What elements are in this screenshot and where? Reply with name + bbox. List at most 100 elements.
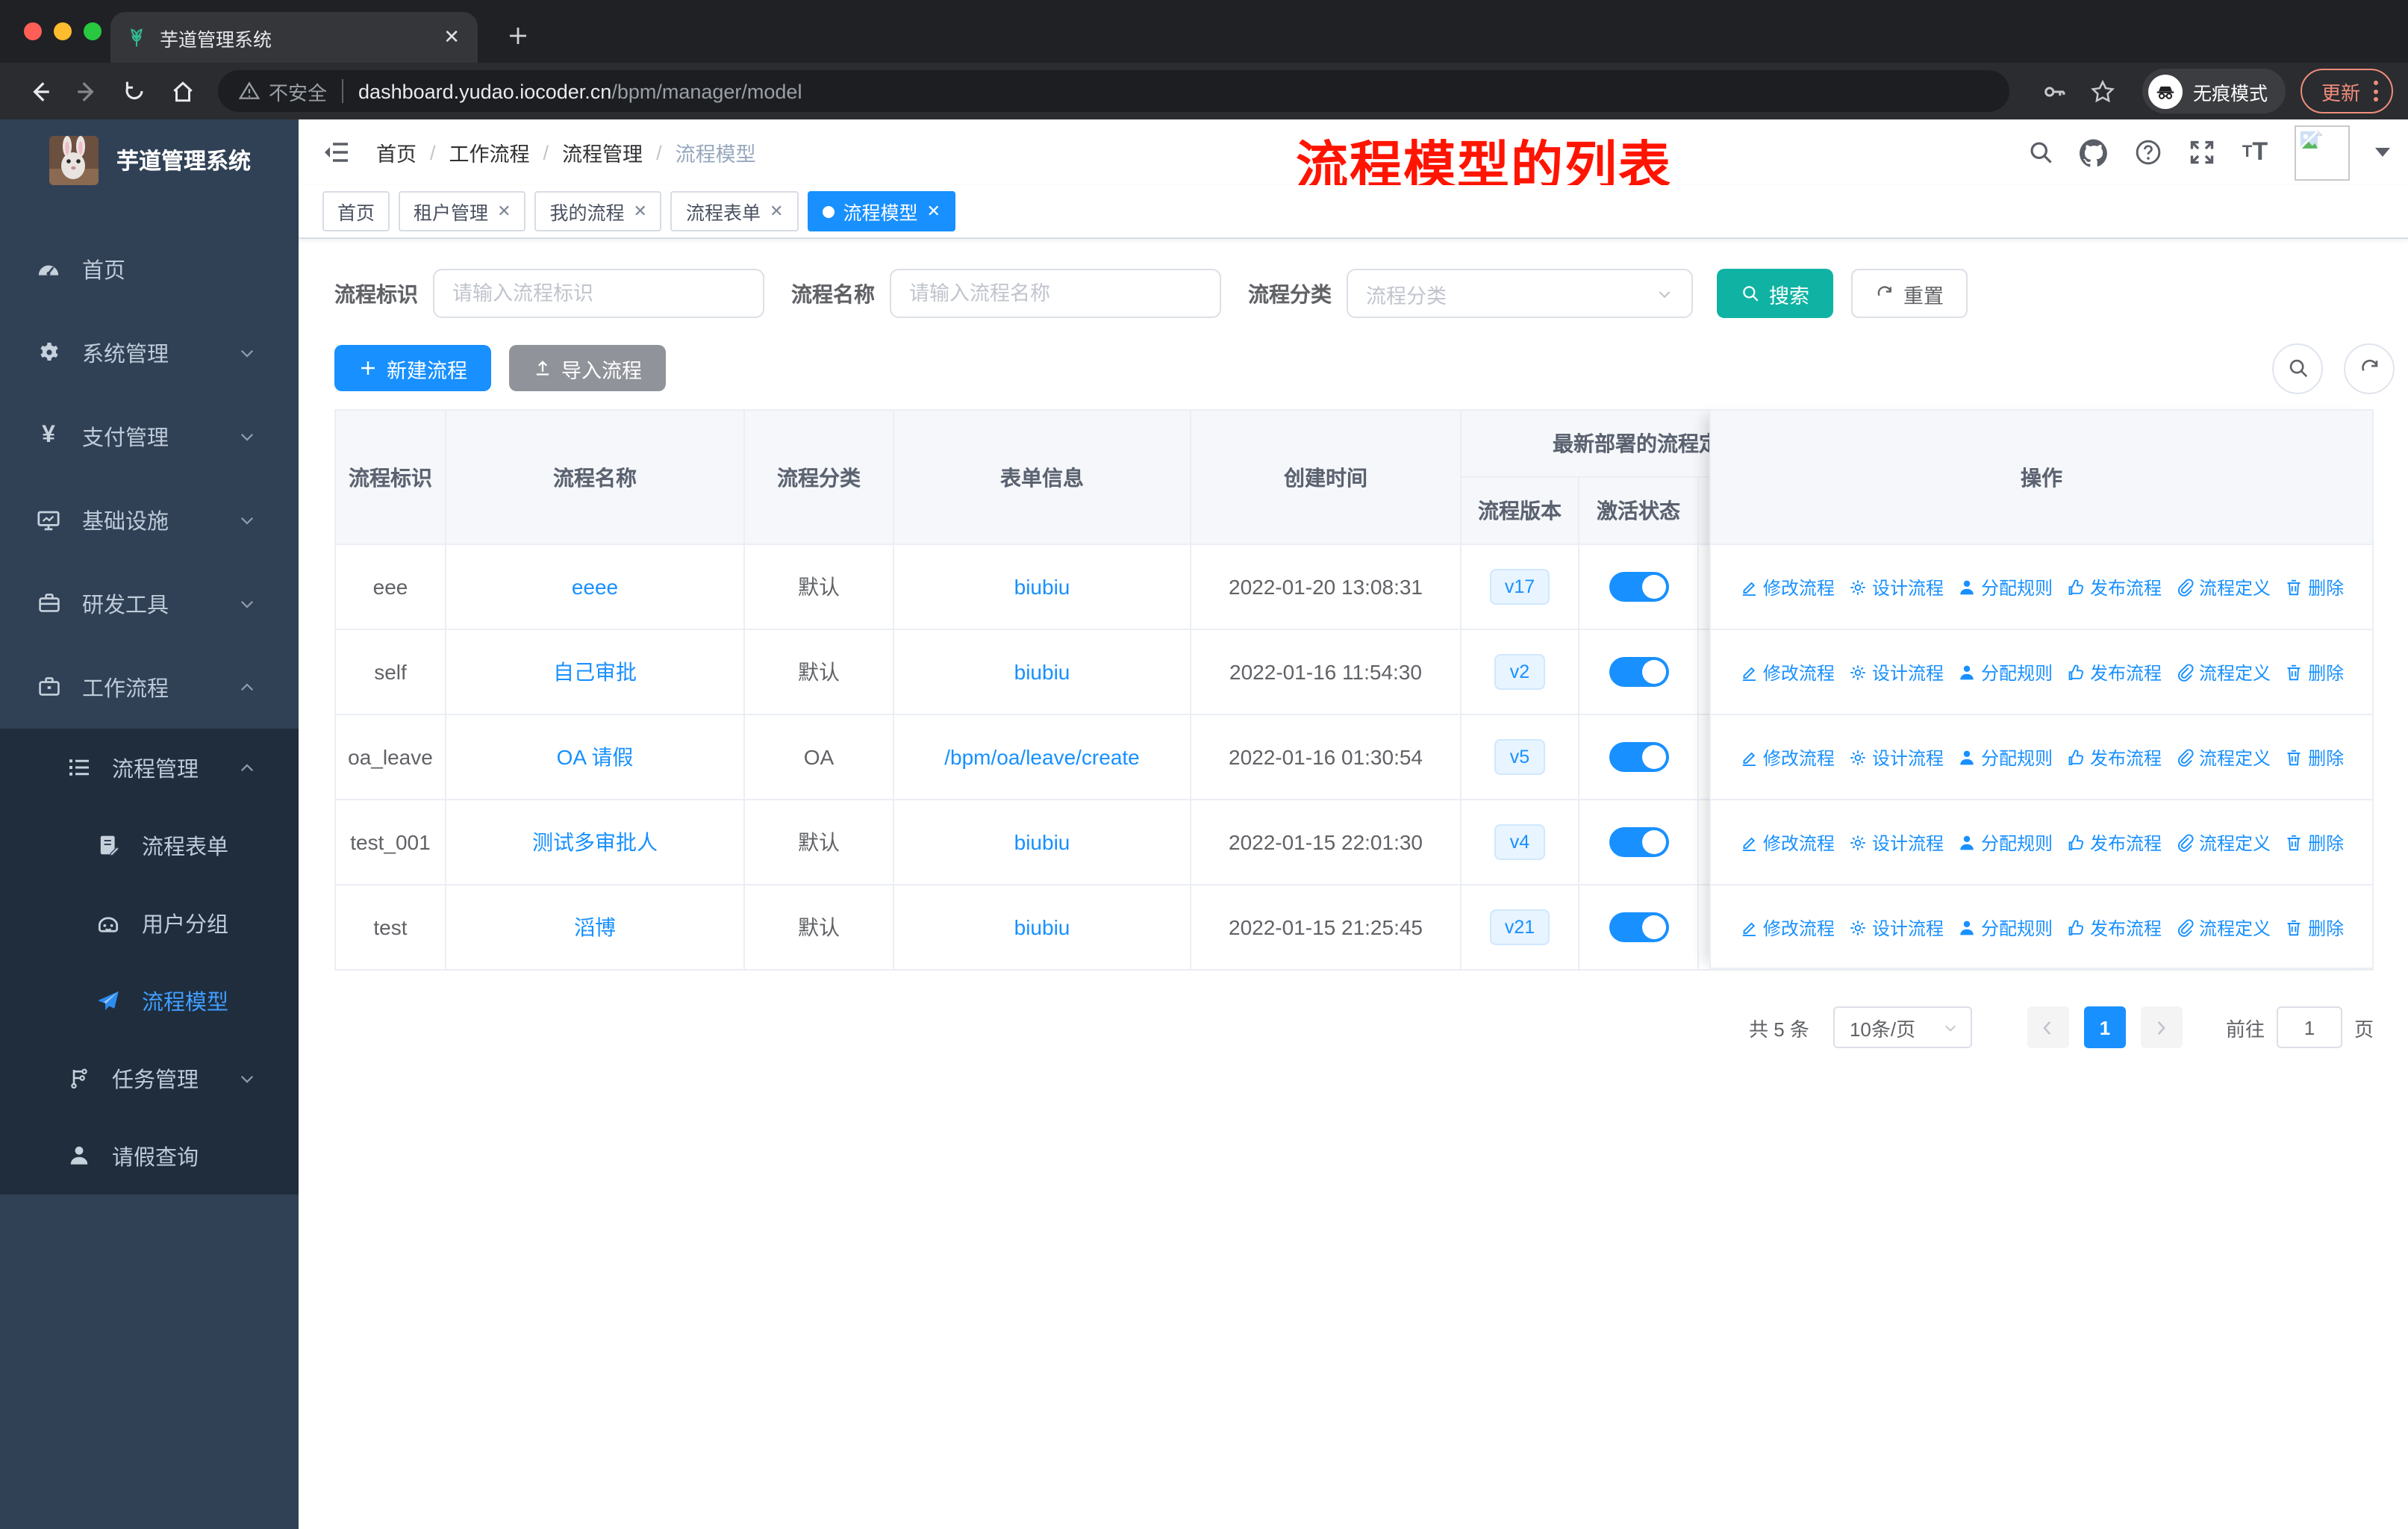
version-badge[interactable]: v17 — [1489, 568, 1550, 605]
sidebar-item-task-management[interactable]: 任务管理 — [0, 1039, 299, 1117]
action-assign-link[interactable]: 分配规则 — [1957, 915, 2053, 940]
fullscreen-icon[interactable] — [2187, 138, 2215, 166]
tag-home[interactable]: 首页 — [322, 191, 390, 231]
action-edit-link[interactable]: 修改流程 — [1739, 915, 1835, 940]
close-icon[interactable]: ✕ — [497, 202, 511, 221]
filter-category-select[interactable]: 流程分类 — [1347, 269, 1693, 318]
search-icon[interactable] — [2026, 138, 2054, 166]
filter-name-input[interactable] — [890, 269, 1221, 318]
sidebar-item-home[interactable]: 首页 — [0, 227, 299, 311]
action-definition-link[interactable]: 流程定义 — [2175, 744, 2271, 770]
bookmark-star-icon[interactable] — [2089, 76, 2118, 106]
version-badge[interactable]: v4 — [1494, 823, 1545, 861]
action-edit-link[interactable]: 修改流程 — [1739, 744, 1835, 770]
action-definition-link[interactable]: 流程定义 — [2175, 915, 2271, 940]
new-tab-button[interactable] — [499, 16, 537, 55]
cell-model-name-link[interactable]: OA 请假 — [445, 714, 745, 800]
window-close-button[interactable] — [24, 22, 42, 40]
action-delete-link[interactable]: 删除 — [2284, 574, 2344, 600]
action-edit-link[interactable]: 修改流程 — [1739, 829, 1835, 855]
create-process-button[interactable]: 新建流程 — [334, 345, 491, 391]
sidebar-item-payment[interactable]: ¥ 支付管理 — [0, 394, 299, 478]
breadcrumb-workflow[interactable]: 工作流程 — [449, 137, 530, 167]
breadcrumb-home[interactable]: 首页 — [376, 137, 417, 167]
action-design-link[interactable]: 设计流程 — [1848, 574, 1944, 600]
back-button[interactable] — [24, 76, 54, 106]
reset-button[interactable]: 重置 — [1851, 269, 1968, 318]
col-header-active[interactable]: 激活状态 — [1578, 476, 1699, 545]
sidebar-item-process-model[interactable]: 流程模型 — [0, 962, 299, 1039]
cell-model-name-link[interactable]: 自己审批 — [445, 629, 745, 715]
action-assign-link[interactable]: 分配规则 — [1957, 829, 2053, 855]
active-toggle[interactable] — [1609, 572, 1668, 602]
sidebar-item-infrastructure[interactable]: 基础设施 — [0, 478, 299, 561]
action-definition-link[interactable]: 流程定义 — [2175, 574, 2271, 600]
action-design-link[interactable]: 设计流程 — [1848, 744, 1944, 770]
address-bar[interactable]: 不安全 dashboard.yudao.iocoder.cn/bpm/manag… — [218, 70, 2009, 112]
sidebar-item-process-management[interactable]: 流程管理 — [0, 729, 299, 806]
col-header-version[interactable]: 流程版本 — [1460, 476, 1579, 545]
action-publish-link[interactable]: 发布流程 — [2066, 829, 2162, 855]
page-size-select[interactable]: 10条/页 — [1832, 1006, 1972, 1048]
version-badge[interactable]: v2 — [1494, 653, 1545, 691]
action-publish-link[interactable]: 发布流程 — [2066, 915, 2162, 940]
active-toggle[interactable] — [1609, 912, 1668, 942]
version-badge[interactable]: v5 — [1494, 738, 1545, 776]
sidebar-item-workflow[interactable]: 工作流程 — [0, 645, 299, 729]
reload-button[interactable] — [119, 76, 149, 106]
sidebar-item-devtools[interactable]: 研发工具 — [0, 561, 299, 645]
action-delete-link[interactable]: 删除 — [2284, 829, 2344, 855]
tag-my-process[interactable]: 我的流程 ✕ — [534, 191, 662, 231]
forward-button[interactable] — [72, 76, 102, 106]
action-delete-link[interactable]: 删除 — [2284, 659, 2344, 685]
tag-process-form[interactable]: 流程表单 ✕ — [670, 191, 799, 231]
avatar[interactable] — [2295, 125, 2350, 180]
sidebar-item-leave-query[interactable]: 请假查询 — [0, 1117, 299, 1195]
cell-model-name-link[interactable]: 测试多审批人 — [445, 799, 745, 885]
action-assign-link[interactable]: 分配规则 — [1957, 574, 2053, 600]
action-publish-link[interactable]: 发布流程 — [2066, 744, 2162, 770]
close-icon[interactable]: ✕ — [634, 202, 647, 221]
active-toggle[interactable] — [1609, 657, 1668, 687]
active-toggle[interactable] — [1609, 827, 1668, 857]
brand[interactable]: 芋道管理系统 — [0, 119, 299, 200]
action-delete-link[interactable]: 删除 — [2284, 915, 2344, 940]
action-publish-link[interactable]: 发布流程 — [2066, 659, 2162, 685]
refresh-table-button[interactable] — [2344, 343, 2395, 393]
sidebar-item-system[interactable]: 系统管理 — [0, 311, 299, 394]
prev-page-button[interactable] — [2027, 1006, 2069, 1048]
font-size-icon[interactable]: TT — [2241, 137, 2269, 166]
search-button[interactable]: 搜索 — [1717, 269, 1833, 318]
import-process-button[interactable]: 导入流程 — [509, 345, 666, 391]
cell-form-link[interactable]: /bpm/oa/leave/create — [893, 714, 1191, 800]
tag-process-model[interactable]: 流程模型 ✕ — [807, 191, 955, 231]
home-button[interactable] — [167, 76, 197, 106]
action-design-link[interactable]: 设计流程 — [1848, 659, 1944, 685]
next-page-button[interactable] — [2140, 1006, 2183, 1048]
github-icon[interactable] — [2080, 138, 2108, 166]
sidebar-item-process-form[interactable]: 流程表单 — [0, 806, 299, 884]
avatar-caret-icon[interactable] — [2375, 148, 2390, 157]
action-publish-link[interactable]: 发布流程 — [2066, 574, 2162, 600]
cell-form-link[interactable]: biubiu — [893, 799, 1191, 885]
col-header-id[interactable]: 流程标识 — [334, 409, 446, 545]
action-definition-link[interactable]: 流程定义 — [2175, 829, 2271, 855]
version-badge[interactable]: v21 — [1489, 909, 1550, 946]
key-icon[interactable] — [2041, 76, 2071, 106]
sidebar-item-user-group[interactable]: 用户分组 — [0, 884, 299, 962]
cell-form-link[interactable]: biubiu — [893, 884, 1191, 971]
window-minimize-button[interactable] — [54, 22, 72, 40]
breadcrumb-process-management[interactable]: 流程管理 — [562, 137, 643, 167]
cell-model-name-link[interactable]: eeee — [445, 544, 745, 630]
col-header-form[interactable]: 表单信息 — [893, 409, 1191, 545]
cell-form-link[interactable]: biubiu — [893, 629, 1191, 715]
show-search-button[interactable] — [2272, 343, 2323, 393]
browser-tab[interactable]: 芋道管理系统 ✕ — [110, 12, 478, 63]
close-icon[interactable]: ✕ — [770, 202, 783, 221]
close-icon[interactable]: ✕ — [926, 202, 940, 221]
filter-id-input[interactable] — [433, 269, 764, 318]
action-design-link[interactable]: 设计流程 — [1848, 829, 1944, 855]
sidebar-collapse-icon[interactable] — [319, 136, 352, 169]
action-assign-link[interactable]: 分配规则 — [1957, 659, 2053, 685]
action-design-link[interactable]: 设计流程 — [1848, 915, 1944, 940]
